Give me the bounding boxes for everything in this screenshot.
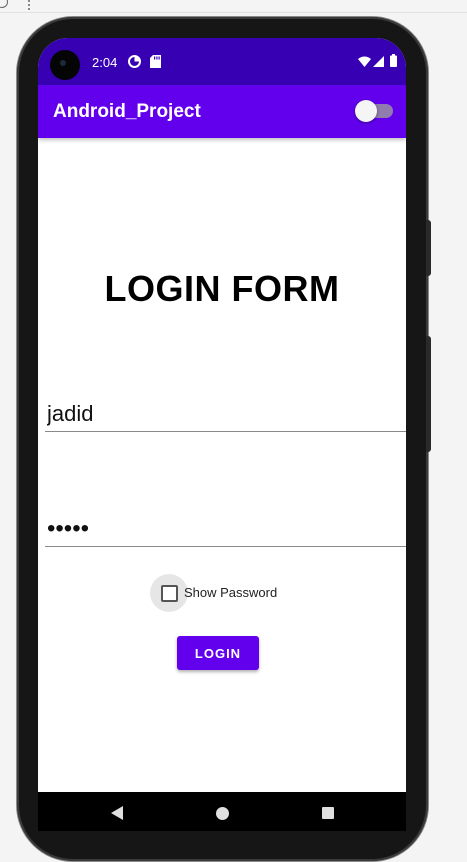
volume-button[interactable] xyxy=(426,220,431,276)
back-icon[interactable] xyxy=(111,806,123,820)
phone-screen: 2:04 Android_Project LOGIN FORM jadid ••… xyxy=(38,38,406,831)
data-saver-icon xyxy=(128,55,141,68)
show-password-label[interactable]: Show Password xyxy=(184,585,277,600)
page-title: LOGIN FORM xyxy=(104,268,340,309)
sd-card-icon xyxy=(150,55,161,68)
wifi-icon xyxy=(358,56,371,67)
username-input[interactable] xyxy=(45,396,406,432)
navigation-bar xyxy=(38,792,406,831)
status-bar: 2:04 xyxy=(38,38,406,85)
more-vertical-icon[interactable] xyxy=(28,0,31,10)
app-bar: Android_Project xyxy=(38,85,406,138)
home-icon[interactable] xyxy=(216,807,229,820)
toggle-thumb xyxy=(355,100,377,122)
app-title: Android_Project xyxy=(53,101,201,122)
password-input[interactable] xyxy=(45,512,406,547)
status-time: 2:04 xyxy=(92,55,118,70)
browser-toolbar xyxy=(0,0,467,13)
recents-icon[interactable] xyxy=(322,807,334,819)
theme-toggle-switch[interactable] xyxy=(355,100,393,122)
battery-icon xyxy=(390,54,397,67)
login-button[interactable]: LOGIN xyxy=(177,636,259,670)
history-icon[interactable] xyxy=(0,0,8,8)
camera-icon xyxy=(50,50,80,80)
signal-icon xyxy=(373,56,384,67)
show-password-checkbox[interactable] xyxy=(161,585,178,602)
power-button[interactable] xyxy=(426,336,431,452)
